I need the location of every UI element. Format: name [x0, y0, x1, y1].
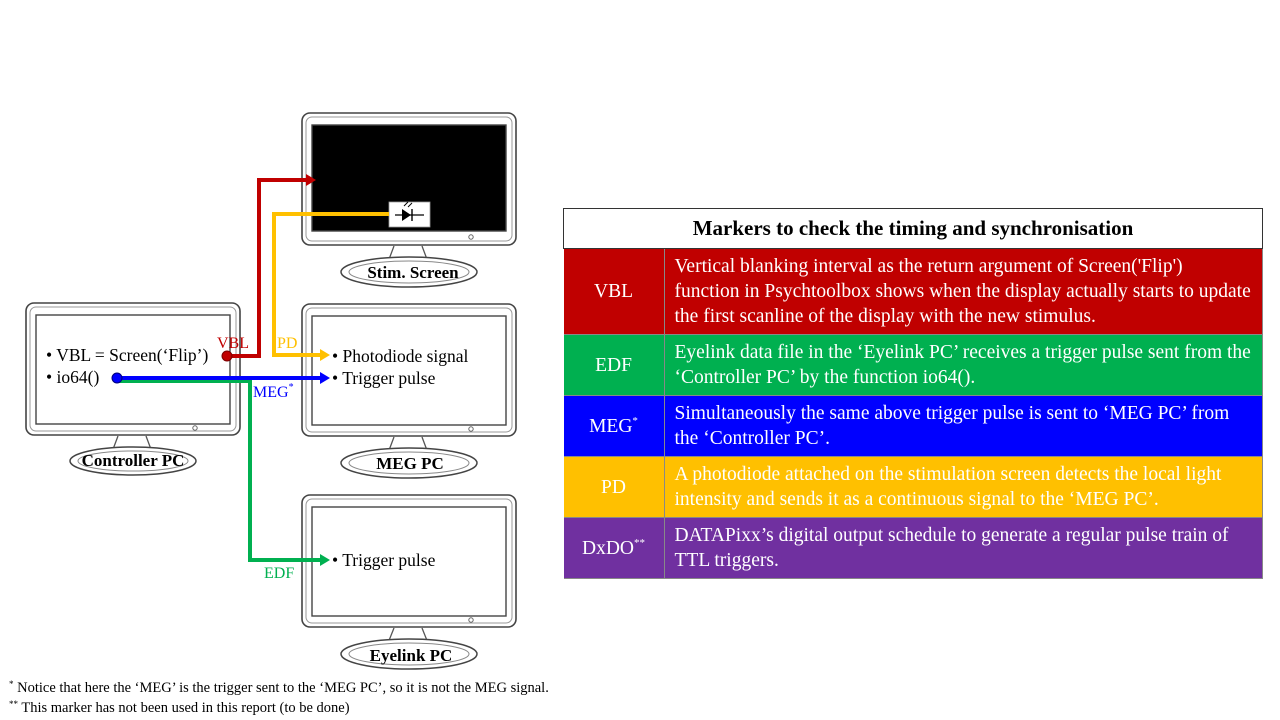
pd-arrow-label: PD: [277, 335, 297, 352]
meg-arrow-label: MEG*: [253, 382, 294, 401]
table-title: Markers to check the timing and synchron…: [563, 208, 1263, 249]
footnote-1: * Notice that here the ‘MEG’ is the trig…: [9, 679, 549, 697]
table-row-pd: PD A photodiode attached on the stimulat…: [563, 456, 1263, 518]
edf-arrow-label: EDF: [264, 565, 294, 582]
controller-pc-label: Controller PC: [82, 451, 185, 470]
table-row-edf: EDF Eyelink data file in the ‘Eyelink PC…: [563, 334, 1263, 396]
eyelink-pc-monitor: [301, 494, 517, 670]
table-tag: VBL: [563, 248, 665, 335]
meg-line-2: • Trigger pulse: [332, 368, 436, 388]
table-description: A photodiode attached on the stimulation…: [664, 456, 1263, 518]
table-tag: EDF: [563, 334, 665, 396]
stim-screen-label: Stim. Screen: [367, 263, 459, 282]
table-tag: DxDO**: [563, 517, 665, 579]
table-description: DATAPixx’s digital output schedule to ge…: [664, 517, 1263, 579]
eyelink-line-1: • Trigger pulse: [332, 550, 436, 570]
meg-line-1: • Photodiode signal: [332, 346, 469, 366]
meg-pc-label: MEG PC: [376, 454, 444, 473]
table-row-vbl: VBL Vertical blanking interval as the re…: [563, 248, 1263, 335]
photodiode-icon: [388, 201, 431, 228]
stim-screen-monitor: [301, 112, 517, 288]
eyelink-pc-label: Eyelink PC: [370, 646, 453, 665]
table-tag: PD: [563, 456, 665, 518]
table-row-meg: MEG* Simultaneously the same above trigg…: [563, 395, 1263, 457]
table-tag: MEG*: [563, 395, 665, 457]
table-description: Vertical blanking interval as the return…: [664, 248, 1263, 335]
controller-line-2: • io64(): [46, 367, 99, 387]
table-description: Simultaneously the same above trigger pu…: [664, 395, 1263, 457]
vbl-arrow-label: VBL: [217, 335, 249, 352]
markers-table: Markers to check the timing and synchron…: [563, 208, 1263, 579]
table-row-dxdo: DxDO** DATAPixx’s digital output schedul…: [563, 517, 1263, 579]
controller-pc-monitor: [25, 302, 241, 476]
setup-diagram: • VBL = Screen(‘Flip’) • io64() • Photod…: [25, 112, 517, 670]
controller-line-1: • VBL = Screen(‘Flip’): [46, 345, 208, 365]
table-description: Eyelink data file in the ‘Eyelink PC’ re…: [664, 334, 1263, 396]
meg-pc-monitor: [301, 303, 517, 479]
footnote-2: ** This marker has not been used in this…: [9, 699, 350, 717]
